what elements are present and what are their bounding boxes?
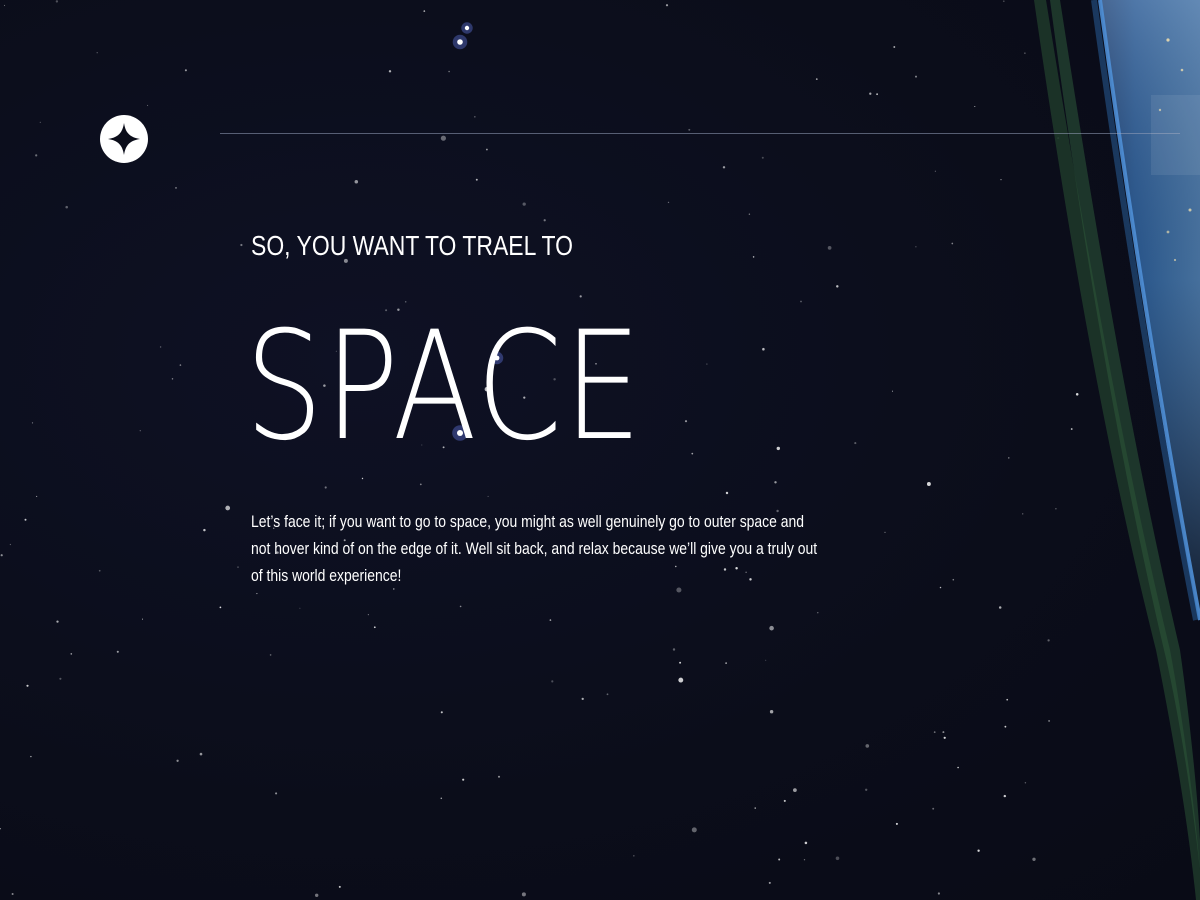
hero-subtitle: SO, YOU WANT TO TRAEL TO bbox=[251, 230, 573, 261]
navigation-panel[interactable] bbox=[1151, 95, 1200, 175]
hero-description: Let’s face it; if you want to go to spac… bbox=[251, 512, 818, 585]
hero-background: SO, YOU WANT TO TRAEL TO SPACE Let’s fac… bbox=[0, 0, 1200, 900]
hero-title: SPACE bbox=[245, 300, 644, 474]
header-divider bbox=[220, 133, 1180, 134]
four-point-star-icon bbox=[108, 123, 140, 155]
hero-content: SO, YOU WANT TO TRAEL TO SPACE bbox=[245, 226, 851, 462]
logo-home-link[interactable] bbox=[100, 115, 148, 163]
